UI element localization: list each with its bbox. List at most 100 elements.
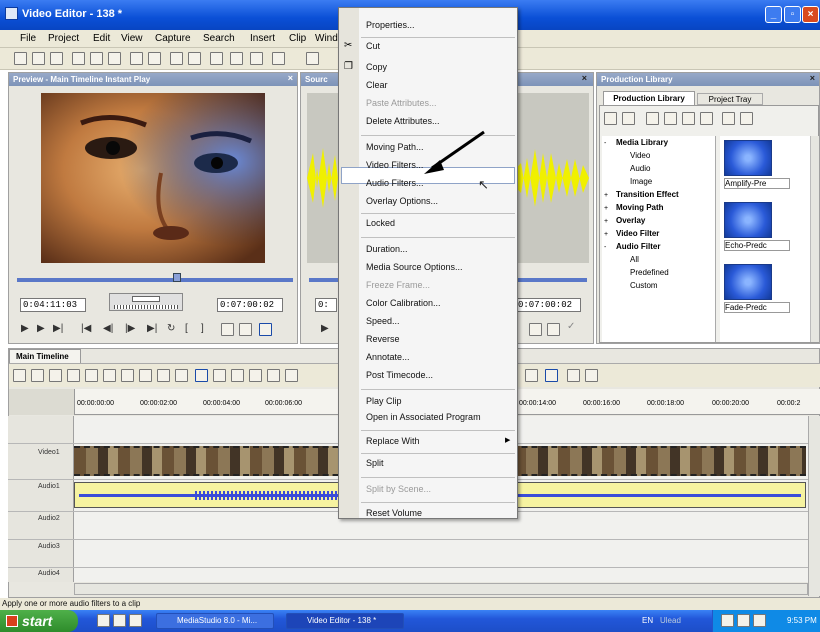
- tab-main-timeline[interactable]: Main Timeline: [9, 349, 81, 363]
- menu-item-properties[interactable]: Properties...: [366, 20, 415, 30]
- menu-item-media-source-options[interactable]: Media Source Options...: [366, 262, 463, 272]
- zoom-in-icon[interactable]: [170, 52, 183, 65]
- library-tool-icon[interactable]: [664, 112, 677, 125]
- timeline-horizontal-scrollbar[interactable]: [74, 583, 808, 595]
- render-icon[interactable]: [230, 52, 243, 65]
- timeline-vertical-scrollbar[interactable]: [808, 416, 820, 596]
- menu-item-speed[interactable]: Speed...: [366, 316, 400, 326]
- library-scrollbar[interactable]: [810, 136, 819, 342]
- quick-launch-icon[interactable]: [129, 614, 142, 627]
- menu-window[interactable]: Wind: [315, 33, 338, 44]
- tree-item[interactable]: Video: [604, 151, 650, 160]
- fullscreen-icon[interactable]: [259, 323, 272, 336]
- source-close-icon[interactable]: ×: [582, 73, 587, 83]
- zoom-out-icon[interactable]: [188, 52, 201, 65]
- tree-item[interactable]: All: [604, 255, 639, 264]
- menu-item-reset-volume[interactable]: Reset Volume: [366, 508, 422, 518]
- minimize-button[interactable]: _: [765, 6, 782, 23]
- new-icon[interactable]: [14, 52, 27, 65]
- settings-icon[interactable]: [272, 52, 285, 65]
- source-play-icon[interactable]: ▶: [321, 323, 329, 334]
- menu-view[interactable]: View: [121, 33, 143, 44]
- copy-icon[interactable]: [90, 52, 103, 65]
- quick-launch-icon[interactable]: [97, 614, 110, 627]
- menu-item-color-calibration[interactable]: Color Calibration...: [366, 298, 441, 308]
- tree-item[interactable]: - Audio Filter: [604, 242, 660, 251]
- library-tool-icon[interactable]: [682, 112, 695, 125]
- track-label-audio3[interactable]: Audio3: [8, 540, 74, 567]
- track-label-video1[interactable]: Video1: [8, 444, 74, 479]
- menu-item-delete-attributes[interactable]: Delete Attributes...: [366, 116, 440, 126]
- repeat-icon[interactable]: ↻: [167, 323, 175, 334]
- tray-icon[interactable]: [721, 614, 734, 627]
- tab-project-tray[interactable]: Project Tray: [697, 93, 763, 105]
- tree-expander-icon[interactable]: +: [604, 218, 612, 225]
- menu-item-post-timecode[interactable]: Post Timecode...: [366, 370, 433, 380]
- tree-item[interactable]: + Video Filter: [604, 229, 659, 238]
- menu-item-moving-path[interactable]: Moving Path...: [366, 142, 424, 152]
- maximize-button[interactable]: ▫: [784, 6, 801, 23]
- timeline-tool-icon[interactable]: [49, 369, 62, 382]
- library-tool-icon[interactable]: [722, 112, 735, 125]
- library-tool-icon[interactable]: [740, 112, 753, 125]
- tree-expander-icon[interactable]: -: [604, 140, 612, 147]
- tree-item[interactable]: Custom: [604, 281, 658, 290]
- menu-item-copy[interactable]: Copy: [366, 62, 387, 72]
- preview-close-icon[interactable]: ×: [288, 73, 293, 83]
- timeline-tool-icon[interactable]: [267, 369, 280, 382]
- mark-in-icon[interactable]: [: [185, 323, 188, 334]
- track-lane-audio4[interactable]: [74, 568, 820, 582]
- menu-item-locked[interactable]: Locked: [366, 218, 395, 228]
- tree-item[interactable]: Image: [604, 177, 652, 186]
- language-indicator[interactable]: EN: [642, 616, 653, 625]
- library-tool-icon[interactable]: [700, 112, 713, 125]
- library-tool-icon[interactable]: [622, 112, 635, 125]
- timeline-tool-icon[interactable]: [139, 369, 152, 382]
- track-label[interactable]: [8, 416, 74, 443]
- timeline-tool-icon[interactable]: [85, 369, 98, 382]
- filter-thumbnail[interactable]: Amplify-Pre: [724, 140, 790, 196]
- preview-start-time[interactable]: 0:04:11:03: [20, 298, 86, 312]
- library-tool-icon[interactable]: [646, 112, 659, 125]
- track-lane-audio3[interactable]: [74, 540, 820, 567]
- menu-item-reverse[interactable]: Reverse: [366, 334, 400, 344]
- preview-end-time[interactable]: 0:07:00:02: [217, 298, 283, 312]
- filter-thumbnail[interactable]: Echo-Predc: [724, 202, 790, 258]
- menu-item-audio-filters[interactable]: Audio Filters...: [366, 178, 424, 188]
- menu-project[interactable]: Project: [48, 33, 79, 44]
- preview-jog-slider[interactable]: [109, 293, 183, 311]
- menu-search[interactable]: Search: [203, 33, 235, 44]
- timeline-tool-icon[interactable]: [585, 369, 598, 382]
- menu-item-open-in-associated-program[interactable]: Open in Associated Program: [366, 412, 481, 422]
- timeline-tool-icon[interactable]: [249, 369, 262, 382]
- tree-item[interactable]: + Transition Effect: [604, 190, 679, 199]
- quick-launch-icon[interactable]: [113, 614, 126, 627]
- info-icon[interactable]: [306, 52, 319, 65]
- menu-item-play-clip[interactable]: Play Clip: [366, 396, 402, 406]
- home-icon[interactable]: |◀: [81, 323, 91, 334]
- menu-item-replace-with[interactable]: Replace With: [366, 436, 420, 446]
- library-tool-icon[interactable]: [604, 112, 617, 125]
- undo-icon[interactable]: [130, 52, 143, 65]
- timeline-tool-icon[interactable]: [567, 369, 580, 382]
- tree-item[interactable]: - Media Library: [604, 138, 668, 147]
- timeline-tool-icon[interactable]: [121, 369, 134, 382]
- menu-item-overlay-options[interactable]: Overlay Options...: [366, 196, 438, 206]
- menu-item-duration[interactable]: Duration...: [366, 244, 408, 254]
- close-button[interactable]: ×: [802, 6, 819, 23]
- storyboard-icon[interactable]: [210, 52, 223, 65]
- redo-icon[interactable]: [148, 52, 161, 65]
- snapshot-icon[interactable]: [221, 323, 234, 336]
- menu-item-split[interactable]: Split: [366, 458, 384, 468]
- next-frame-icon[interactable]: |▶: [125, 323, 135, 334]
- tree-expander-icon[interactable]: +: [604, 205, 612, 212]
- filter-thumbnail[interactable]: Fade-Predc: [724, 264, 790, 320]
- menu-clip[interactable]: Clip: [289, 33, 306, 44]
- tree-item[interactable]: Predefined: [604, 268, 669, 277]
- menu-item-annotate[interactable]: Annotate...: [366, 352, 410, 362]
- scissors-tool-icon[interactable]: [213, 369, 226, 382]
- track-label-audio1[interactable]: Audio1: [8, 480, 74, 511]
- timeline-tool-icon[interactable]: [103, 369, 116, 382]
- tree-expander-icon[interactable]: +: [604, 231, 612, 238]
- timeline-tool-icon[interactable]: [67, 369, 80, 382]
